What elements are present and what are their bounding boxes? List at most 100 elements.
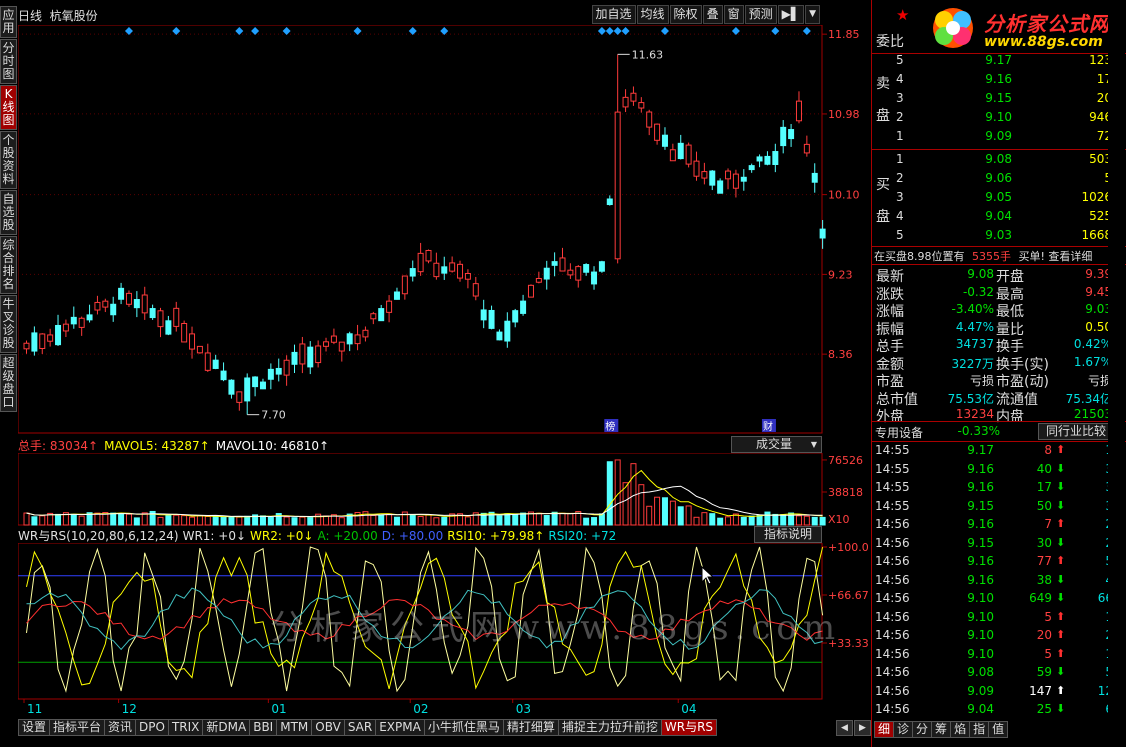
event-diamond-icon[interactable] [408,27,417,35]
candle-body[interactable] [685,144,692,165]
candle-body[interactable] [701,171,708,179]
candle-body[interactable] [417,252,424,273]
tick-row[interactable]: 14:569.105⬆1 [872,647,1126,665]
chevron-down-icon[interactable]: ▼ [805,5,820,24]
window-button[interactable]: 窗 [723,5,744,24]
candle-body[interactable] [259,381,266,390]
candle-body[interactable] [630,92,637,102]
tick-row[interactable]: 14:559.1617⬇3 [872,480,1126,498]
candle-body[interactable] [520,300,527,314]
buy-price[interactable]: 9.08 [962,152,1012,166]
indicator-tab-14[interactable]: WR与RS [660,719,718,736]
tick-row[interactable]: 14:569.1530⬇2 [872,536,1126,554]
indicator-tab-10[interactable]: EXPMA [375,719,425,736]
candle-body[interactable] [86,314,93,321]
tick-row[interactable]: 14:559.178⬆1 [872,443,1126,461]
buy-price[interactable]: 9.03 [962,228,1012,242]
candle-body[interactable] [252,376,259,388]
candle-body[interactable] [362,329,369,338]
candle-body[interactable] [118,287,125,300]
candle-body[interactable] [55,324,62,346]
candle-body[interactable] [354,334,361,345]
candle-body[interactable] [496,331,503,341]
candle-body[interactable] [39,333,46,349]
candle-body[interactable] [559,257,566,272]
tick-row[interactable]: 14:56 9.09 147 ⬆ 12 [872,684,1126,702]
candle-body[interactable] [748,165,755,171]
candle-body[interactable] [425,249,432,262]
candle-body[interactable] [62,323,69,332]
candle-body[interactable] [693,160,700,177]
candle-body[interactable] [717,180,724,194]
candle-body[interactable] [575,266,582,281]
indicator-tab-5[interactable]: 新DMA [202,719,251,736]
candle-body[interactable] [512,310,519,323]
candle-body[interactable] [772,151,779,166]
detail-tab-5[interactable]: 指 [969,721,990,738]
indicator-tab-8[interactable]: OBV [311,719,345,736]
candle-body[interactable] [165,320,172,335]
candle-body[interactable] [543,267,550,280]
sell-price[interactable]: 9.16 [962,72,1012,86]
detail-tab-3[interactable]: 筹 [931,721,952,738]
candle-body[interactable] [732,173,739,189]
candle-body[interactable] [795,100,802,122]
candle-body[interactable] [788,129,795,140]
buy-price[interactable]: 9.06 [962,171,1012,185]
tick-row[interactable]: 14:56 9.10 649 ⬇ 66 [872,591,1126,609]
candle-body[interactable] [157,310,164,328]
candle-body[interactable] [196,345,203,354]
detail-tab-2[interactable]: 分 [912,721,933,738]
detail-tab-0[interactable]: 细 [874,721,895,738]
candle-body[interactable] [110,303,117,316]
candle-body[interactable] [323,341,330,347]
left-tab-7[interactable]: 超级盘口 [0,354,17,412]
peer-compare-button[interactable]: 同行业比较 [1038,423,1114,440]
candle-body[interactable] [598,261,605,272]
left-tab-2[interactable]: K线图 [0,85,17,130]
candle-body[interactable] [740,176,747,182]
event-diamond-icon[interactable] [282,27,291,35]
candle-body[interactable] [811,172,818,183]
candle-body[interactable] [330,335,337,343]
tick-row[interactable]: 14:569.1638⬇4 [872,573,1126,591]
event-diamond-icon[interactable] [172,27,181,35]
left-tab-0[interactable]: 应用 [0,6,17,38]
tick-row[interactable]: 14:559.1550⬇3 [872,499,1126,517]
candle-body[interactable] [307,346,314,368]
candle-body[interactable] [654,123,661,141]
candle-body[interactable] [70,316,77,325]
candle-body[interactable] [267,368,274,380]
candle-body[interactable] [212,359,219,369]
detail-tab-6[interactable]: 值 [988,721,1009,738]
candle-body[interactable] [346,333,353,345]
candle-body[interactable] [661,134,668,147]
indicator-tab-0[interactable]: 设置 [18,719,51,736]
candle-body[interactable] [535,278,542,283]
candle-body[interactable] [102,300,109,308]
indicator-tab-2[interactable]: 资讯 [104,719,137,736]
left-tab-4[interactable]: 自选股 [0,190,17,235]
scroll-left-icon[interactable]: ◀ [836,720,853,736]
indicator-tab-11[interactable]: 小牛抓住黑马 [423,719,504,736]
candle-body[interactable] [583,264,590,273]
scroll-right-icon[interactable]: ▶ [854,720,871,736]
tick-row[interactable]: 14:569.105⬆1 [872,610,1126,628]
tick-row[interactable]: 14:569.1677⬆5 [872,554,1126,572]
candle-body[interactable] [149,308,156,319]
vertical-scrollbar[interactable] [1108,0,1125,747]
candle-body[interactable] [228,379,235,395]
candle-body[interactable] [204,352,211,371]
indicator-help-button[interactable]: 指标说明 [754,526,822,543]
candle-body[interactable] [646,111,653,128]
candle-body[interactable] [31,332,38,352]
candle-body[interactable] [567,269,574,276]
candle-body[interactable] [472,283,479,297]
candle-body[interactable] [614,111,621,260]
candle-body[interactable] [315,345,322,364]
candle-body[interactable] [291,351,298,365]
candle-body[interactable] [551,261,558,266]
buy-price[interactable]: 9.05 [962,190,1012,204]
candle-body[interactable] [488,309,495,329]
forecast-button[interactable]: 预测 [744,5,777,24]
